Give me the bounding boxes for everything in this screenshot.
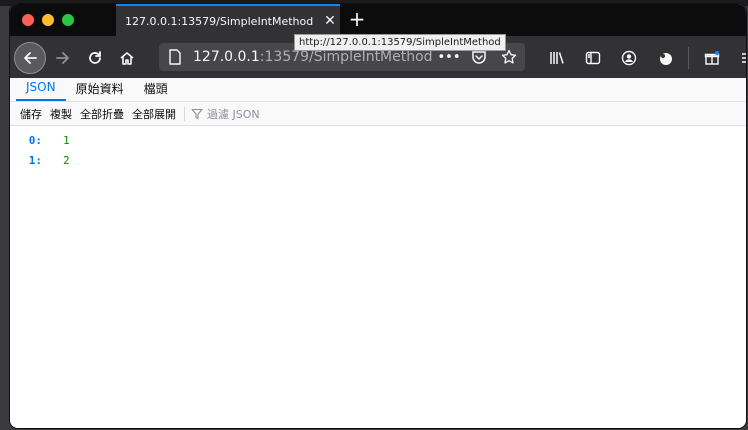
library-icon[interactable]	[544, 45, 570, 71]
viewer-tab-bar: JSON 原始資料 檔頭	[10, 78, 746, 102]
sidebar-icon[interactable]	[580, 45, 606, 71]
back-button[interactable]	[14, 42, 46, 74]
extension-icon[interactable]	[652, 45, 678, 71]
url-text[interactable]: 127.0.0.1:13579/SimpleIntMethod	[193, 49, 433, 65]
tab-title: 127.0.0.1:13579/SimpleIntMethod	[125, 14, 314, 28]
whats-new-gift-icon[interactable]	[699, 45, 725, 71]
tab-raw-data[interactable]: 原始資料	[66, 79, 134, 101]
account-icon[interactable]	[616, 45, 642, 71]
window-close-button[interactable]	[22, 14, 34, 26]
tab-json[interactable]: JSON	[16, 79, 66, 101]
collapse-all-button[interactable]: 全部折疊	[76, 106, 128, 122]
url-host: 127.0.0.1	[193, 49, 260, 65]
reload-icon	[89, 51, 101, 64]
toolbar-divider	[184, 106, 185, 121]
filter-json-input[interactable]: 過濾 JSON	[189, 106, 260, 122]
toolbar-right	[544, 45, 746, 71]
new-tab-button[interactable]: +	[346, 8, 368, 32]
json-toolbar: 儲存 複製 全部折疊 全部展開 過濾 JSON	[10, 102, 746, 126]
window-zoom-button[interactable]	[62, 14, 74, 26]
hamburger-menu-icon[interactable]	[735, 45, 746, 71]
tab-close-icon[interactable]: ✕	[320, 13, 340, 29]
json-key: 1:	[28, 153, 42, 167]
home-button[interactable]	[114, 45, 140, 71]
home-icon	[120, 52, 134, 65]
json-row[interactable]: 1: 2	[10, 150, 746, 170]
filter-placeholder: 過濾 JSON	[207, 107, 260, 121]
toolbar-separator	[688, 47, 689, 69]
copy-button[interactable]: 複製	[46, 106, 76, 122]
save-button[interactable]: 儲存	[16, 106, 46, 122]
json-viewer: JSON 原始資料 檔頭 儲存 複製 全部折疊 全部展開 過濾 JSON 0: …	[10, 78, 746, 428]
forward-arrow-icon	[56, 52, 69, 64]
json-key: 0:	[28, 133, 42, 147]
browser-window: 127.0.0.1:13579/SimpleIntMethod ✕ + 127.…	[10, 4, 746, 428]
window-controls	[22, 14, 74, 26]
filter-funnel-icon	[191, 108, 203, 119]
expand-all-button[interactable]: 全部展開	[128, 106, 180, 122]
json-row[interactable]: 0: 1	[10, 130, 746, 150]
forward-button[interactable]	[50, 45, 76, 71]
page-icon[interactable]	[165, 47, 185, 67]
tab-strip: 127.0.0.1:13579/SimpleIntMethod ✕ +	[10, 4, 746, 36]
browser-tab-active[interactable]: 127.0.0.1:13579/SimpleIntMethod ✕	[116, 4, 340, 36]
json-value: 1	[63, 133, 70, 147]
window-minimize-button[interactable]	[42, 14, 54, 26]
back-arrow-icon	[24, 52, 37, 64]
json-tree: 0: 1 1: 2	[10, 126, 746, 170]
url-tooltip: http://127.0.0.1:13579/SimpleIntMethod	[294, 34, 506, 51]
reload-button[interactable]	[82, 45, 108, 71]
json-value: 2	[63, 153, 70, 167]
tab-headers[interactable]: 檔頭	[134, 79, 178, 101]
url-path: :13579/SimpleIntMethod	[259, 49, 433, 65]
